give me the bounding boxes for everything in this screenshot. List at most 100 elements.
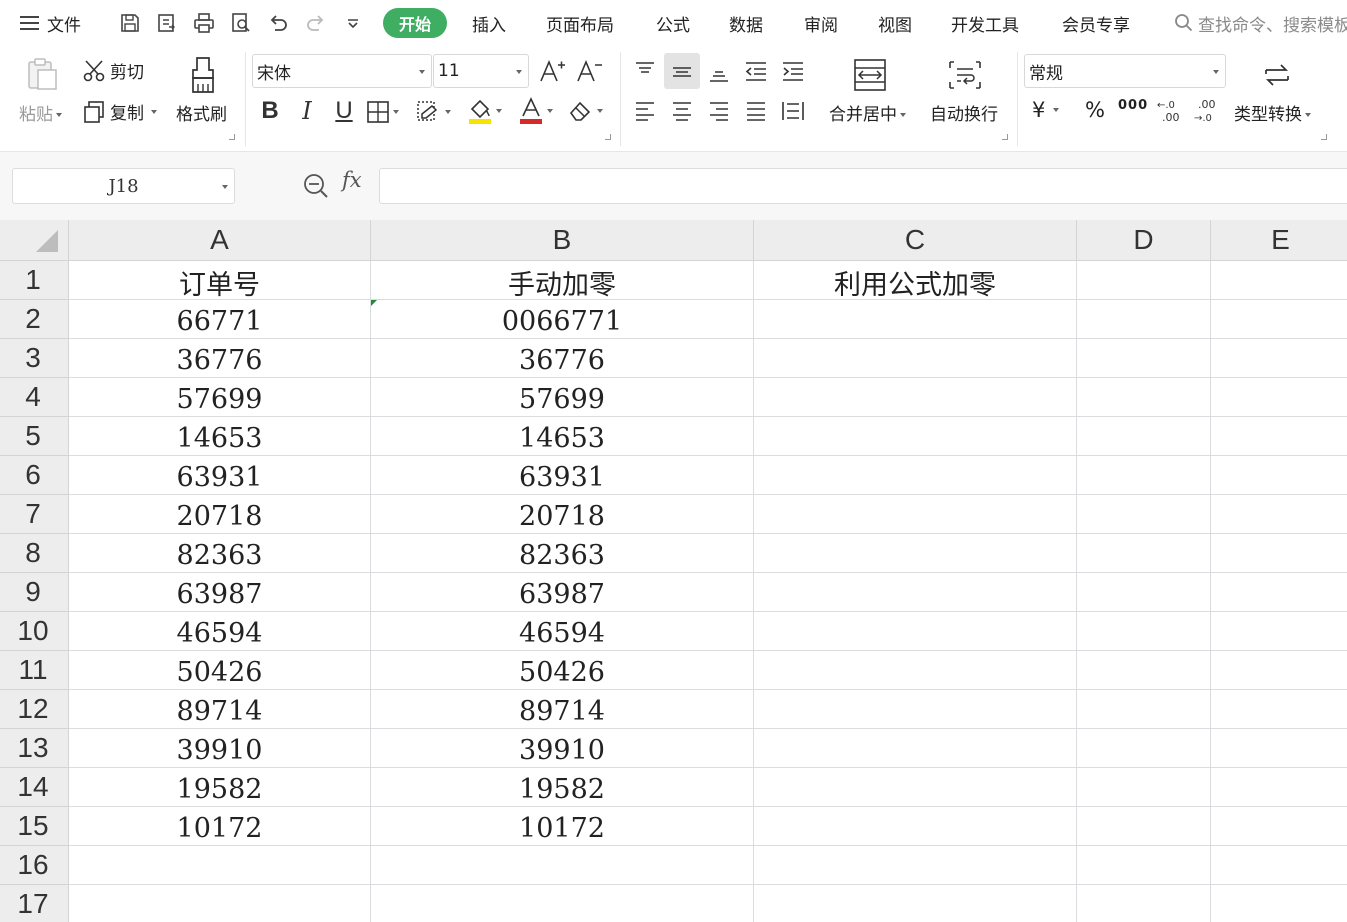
paste-icon[interactable] bbox=[24, 56, 60, 96]
cell-d17[interactable] bbox=[1077, 885, 1211, 922]
row-header-5[interactable]: 5 bbox=[0, 417, 69, 456]
row-header-15[interactable]: 15 bbox=[0, 807, 69, 846]
export-pdf-icon[interactable] bbox=[154, 10, 180, 36]
cell-c2[interactable] bbox=[754, 300, 1077, 339]
name-box[interactable]: J18 bbox=[12, 168, 235, 204]
cell-b9[interactable]: 63987 bbox=[371, 573, 754, 612]
file-menu[interactable]: 文件 bbox=[20, 0, 81, 46]
tab-member[interactable]: 会员专享 bbox=[1062, 0, 1130, 46]
justify-icon[interactable] bbox=[741, 96, 771, 126]
cell-c8[interactable] bbox=[754, 534, 1077, 573]
paste-button[interactable]: 粘贴 bbox=[19, 100, 62, 125]
bold-icon[interactable]: B bbox=[255, 96, 285, 126]
cell-d2[interactable] bbox=[1077, 300, 1211, 339]
increase-indent-icon[interactable] bbox=[778, 56, 808, 86]
cell-b1[interactable]: 手动加零 bbox=[371, 261, 754, 300]
type-convert-icon[interactable] bbox=[1260, 58, 1294, 96]
cell-b2[interactable]: 0066771 bbox=[371, 300, 754, 339]
clipboard-dialog-launcher[interactable] bbox=[229, 134, 235, 140]
cell-d1[interactable] bbox=[1077, 261, 1211, 300]
decrease-font-icon[interactable] bbox=[575, 56, 605, 86]
row-header-1[interactable]: 1 bbox=[0, 261, 69, 300]
clear-button[interactable] bbox=[568, 99, 603, 123]
decrease-indent-icon[interactable] bbox=[741, 56, 771, 86]
cell-d11[interactable] bbox=[1077, 651, 1211, 690]
cell-c9[interactable] bbox=[754, 573, 1077, 612]
cell-e17[interactable] bbox=[1211, 885, 1347, 922]
cell-c17[interactable] bbox=[754, 885, 1077, 922]
cell-b5[interactable]: 14653 bbox=[371, 417, 754, 456]
tab-page-layout[interactable]: 页面布局 bbox=[546, 0, 614, 46]
cell-b4[interactable]: 57699 bbox=[371, 378, 754, 417]
currency-button[interactable]: ¥ bbox=[1032, 98, 1060, 122]
column-header-e[interactable]: E bbox=[1211, 220, 1347, 261]
row-header-14[interactable]: 14 bbox=[0, 768, 69, 807]
cell-b13[interactable]: 39910 bbox=[371, 729, 754, 768]
font-color-button[interactable] bbox=[518, 97, 553, 125]
cell-b11[interactable]: 50426 bbox=[371, 651, 754, 690]
cell-a11[interactable]: 50426 bbox=[69, 651, 371, 690]
row-header-17[interactable]: 17 bbox=[0, 885, 69, 922]
align-middle-icon[interactable] bbox=[664, 53, 700, 89]
cell-a2[interactable]: 66771 bbox=[69, 300, 371, 339]
cell-a9[interactable]: 63987 bbox=[69, 573, 371, 612]
cell-a7[interactable]: 20718 bbox=[69, 495, 371, 534]
row-header-8[interactable]: 8 bbox=[0, 534, 69, 573]
alignment-dialog-launcher[interactable] bbox=[1002, 134, 1008, 140]
cell-e3[interactable] bbox=[1211, 339, 1347, 378]
cell-d12[interactable] bbox=[1077, 690, 1211, 729]
row-header-7[interactable]: 7 bbox=[0, 495, 69, 534]
redo-icon[interactable] bbox=[303, 10, 329, 36]
cell-b17[interactable] bbox=[371, 885, 754, 922]
cut-button[interactable]: 剪切 bbox=[82, 58, 144, 83]
cell-c16[interactable] bbox=[754, 846, 1077, 885]
underline-icon[interactable]: U bbox=[329, 96, 359, 126]
cell-b10[interactable]: 46594 bbox=[371, 612, 754, 651]
row-header-3[interactable]: 3 bbox=[0, 339, 69, 378]
number-format-select[interactable]: 常规 bbox=[1024, 54, 1226, 88]
align-bottom-icon[interactable] bbox=[704, 58, 734, 88]
cell-a6[interactable]: 63931 bbox=[69, 456, 371, 495]
cell-c10[interactable] bbox=[754, 612, 1077, 651]
cell-c11[interactable] bbox=[754, 651, 1077, 690]
column-header-a[interactable]: A bbox=[69, 220, 371, 261]
cell-b8[interactable]: 82363 bbox=[371, 534, 754, 573]
cell-a14[interactable]: 19582 bbox=[69, 768, 371, 807]
row-header-2[interactable]: 2 bbox=[0, 300, 69, 339]
cell-e4[interactable] bbox=[1211, 378, 1347, 417]
column-header-d[interactable]: D bbox=[1077, 220, 1211, 261]
number-dialog-launcher[interactable] bbox=[1321, 134, 1327, 140]
align-right-icon[interactable] bbox=[704, 96, 734, 126]
customize-toolbar-icon[interactable] bbox=[340, 10, 366, 36]
save-icon[interactable] bbox=[117, 10, 143, 36]
copy-button[interactable]: 复制 bbox=[82, 99, 157, 124]
border-button[interactable] bbox=[366, 100, 399, 124]
cell-e15[interactable] bbox=[1211, 807, 1347, 846]
cell-style-button[interactable] bbox=[416, 100, 451, 124]
cell-a8[interactable]: 82363 bbox=[69, 534, 371, 573]
cell-b6[interactable]: 63931 bbox=[371, 456, 754, 495]
cell-e6[interactable] bbox=[1211, 456, 1347, 495]
cell-c15[interactable] bbox=[754, 807, 1077, 846]
increase-decimal-icon[interactable]: ←.0.00 bbox=[1155, 98, 1185, 128]
zoom-formula-icon[interactable] bbox=[302, 172, 330, 204]
cell-a16[interactable] bbox=[69, 846, 371, 885]
cell-d10[interactable] bbox=[1077, 612, 1211, 651]
cell-d7[interactable] bbox=[1077, 495, 1211, 534]
row-header-16[interactable]: 16 bbox=[0, 846, 69, 885]
align-left-icon[interactable] bbox=[630, 96, 660, 126]
italic-icon[interactable]: I bbox=[292, 96, 322, 126]
decrease-decimal-icon[interactable]: .00 →.0 bbox=[1192, 98, 1222, 128]
cell-e14[interactable] bbox=[1211, 768, 1347, 807]
row-header-4[interactable]: 4 bbox=[0, 378, 69, 417]
cell-e10[interactable] bbox=[1211, 612, 1347, 651]
command-search[interactable]: 查找命令、搜索模板 bbox=[1174, 0, 1347, 46]
font-name-select[interactable]: 宋体 bbox=[252, 54, 432, 88]
tab-data[interactable]: 数据 bbox=[729, 0, 763, 46]
formula-input[interactable] bbox=[379, 168, 1347, 204]
tab-insert[interactable]: 插入 bbox=[472, 0, 506, 46]
cell-d3[interactable] bbox=[1077, 339, 1211, 378]
cell-b12[interactable]: 89714 bbox=[371, 690, 754, 729]
cell-a13[interactable]: 39910 bbox=[69, 729, 371, 768]
cell-c4[interactable] bbox=[754, 378, 1077, 417]
